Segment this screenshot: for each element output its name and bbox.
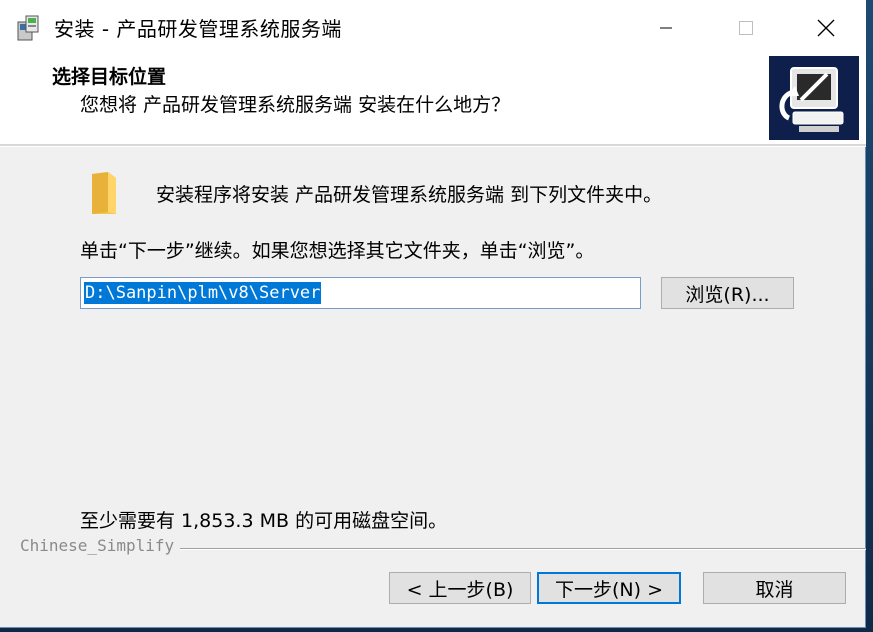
minimize-button[interactable]: [626, 0, 706, 56]
install-path-input[interactable]: D:\Sanpin\plm\v8\Server: [80, 277, 641, 309]
wizard-header: 选择目标位置 您想将 产品研发管理系统服务端 安装在什么地方？: [0, 56, 866, 144]
page-title: 选择目标位置: [52, 66, 167, 88]
disk-space-text: 至少需要有 1,853.3 MB 的可用磁盘空间。: [80, 510, 448, 532]
close-button[interactable]: [786, 0, 866, 56]
language-label: Chinese_Simplify: [20, 536, 181, 555]
setup-window: 安装 - 产品研发管理系统服务端 选择目标位置 您想将 产品研发管理系统服务端 …: [0, 0, 866, 628]
maximize-button[interactable]: [706, 0, 786, 56]
minimize-icon: [660, 27, 672, 29]
browse-button[interactable]: 浏览(R)...: [661, 277, 794, 309]
installer-icon: [17, 15, 39, 41]
install-info-text: 安装程序将安装 产品研发管理系统服务端 到下列文件夹中。: [156, 184, 663, 206]
window-title: 安装 - 产品研发管理系统服务端: [54, 17, 342, 41]
folder-icon: [92, 172, 116, 214]
header-divider: [0, 144, 866, 147]
back-button[interactable]: < 上一步(B): [389, 572, 531, 604]
cancel-button[interactable]: 取消: [703, 572, 846, 604]
title-bar[interactable]: 安装 - 产品研发管理系统服务端: [0, 0, 866, 56]
page-subtitle: 您想将 产品研发管理系统服务端 安装在什么地方？: [80, 94, 511, 116]
maximize-icon: [739, 21, 753, 35]
close-icon: [817, 19, 835, 37]
install-path-value: D:\Sanpin\plm\v8\Server: [84, 282, 322, 304]
continue-instruction: 单击“下一步”继续。如果您想选择其它文件夹，单击“浏览”。: [80, 240, 595, 262]
computer-install-icon: [769, 56, 859, 140]
next-button[interactable]: 下一步(N) >: [537, 572, 681, 604]
